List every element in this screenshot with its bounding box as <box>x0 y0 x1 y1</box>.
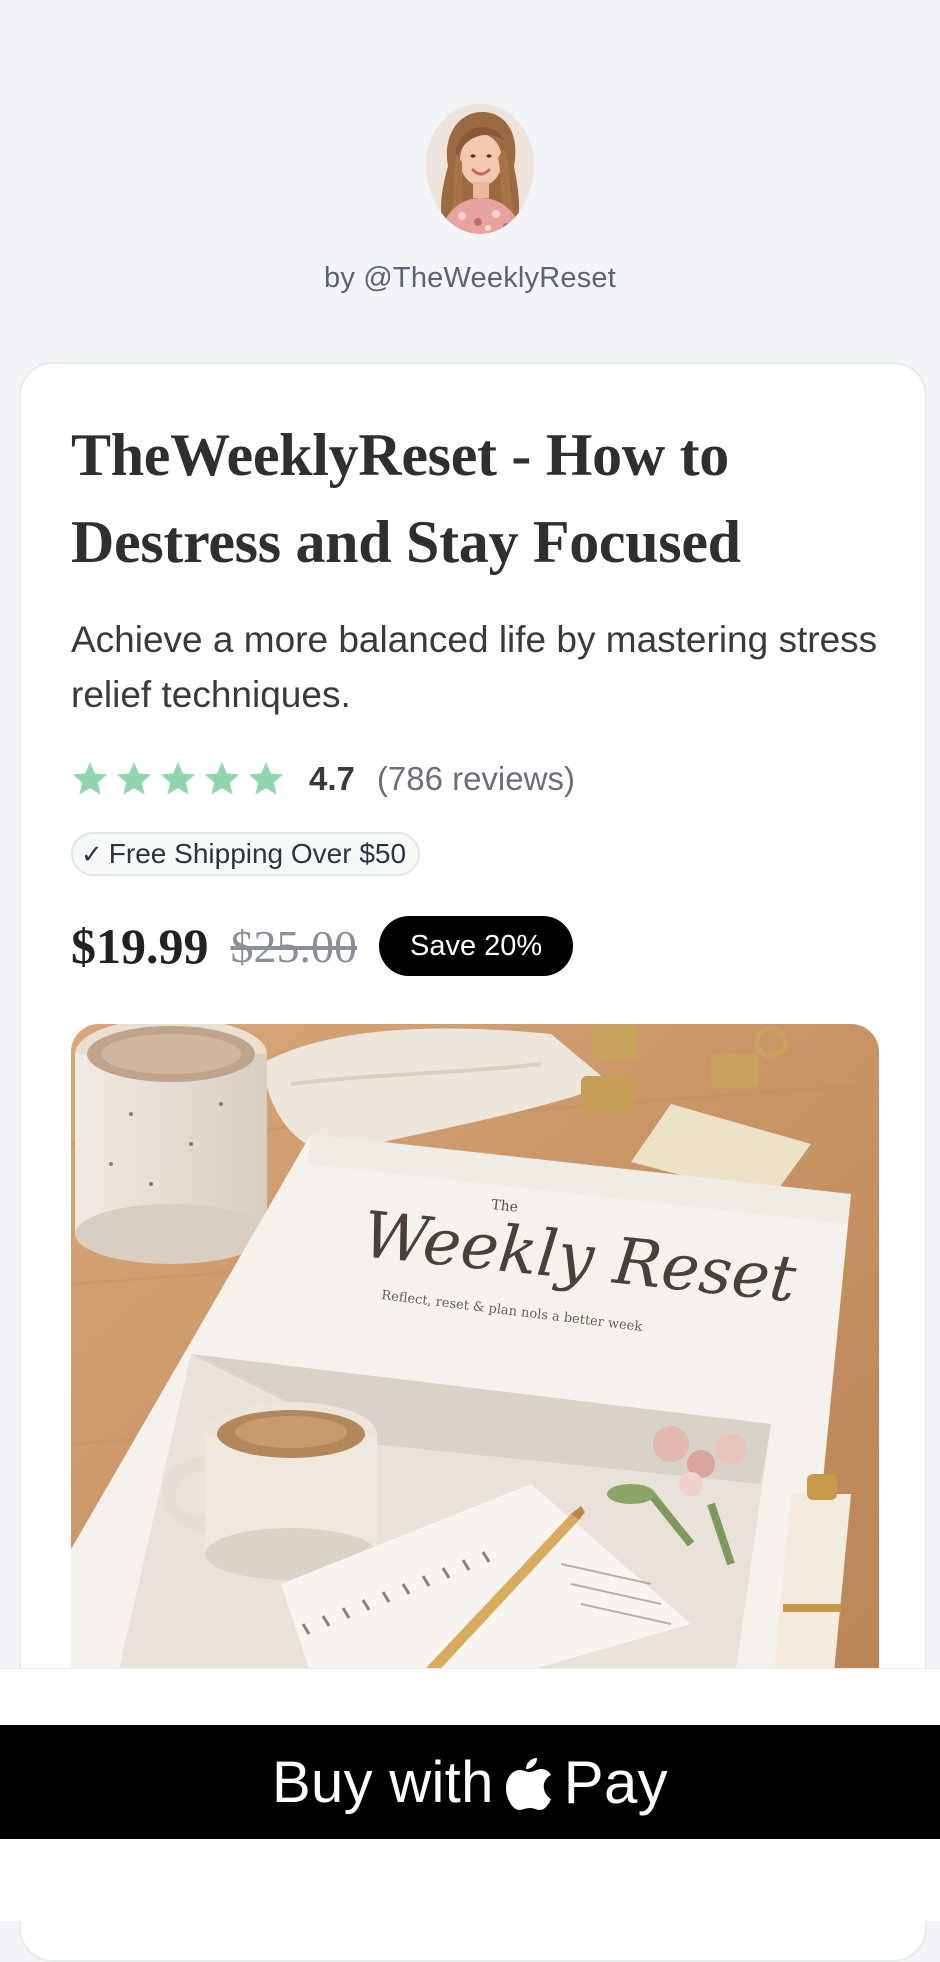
product-image[interactable]: The Weekly Reset Reflect, reset & plan n… <box>71 1024 879 1704</box>
pay-label: Pay <box>563 1748 668 1816</box>
star-icon <box>159 761 197 797</box>
buy-label: Buy with <box>272 1749 494 1815</box>
product-subtitle: Achieve a more balanced life by masterin… <box>71 619 878 715</box>
creator-avatar[interactable] <box>426 104 534 234</box>
star-icon <box>247 761 285 797</box>
avatar-photo-icon <box>426 104 534 234</box>
star-icon <box>71 761 109 797</box>
creator-header: by @TheWeeklyReset <box>0 0 940 362</box>
review-count-link[interactable]: (786 reviews) <box>377 760 575 798</box>
checkmark-icon: ✓ <box>81 838 103 869</box>
shipping-label: Free Shipping Over $50 <box>108 838 407 869</box>
buy-with-apple-pay-button[interactable]: Buy with Pay <box>0 1725 940 1839</box>
original-price: $25.00 <box>230 920 358 972</box>
save-badge: Save 20% <box>379 916 574 976</box>
price-row: $19.99 $25.00 Save 20% <box>71 914 574 978</box>
product-photo: The Weekly Reset Reflect, reset & plan n… <box>71 1024 879 1704</box>
star-icon <box>115 761 153 797</box>
apple-logo-icon <box>505 1754 552 1810</box>
star-icon <box>203 761 241 797</box>
rating-row[interactable]: 4.7 (786 reviews) <box>71 754 575 804</box>
rating-value: 4.7 <box>309 760 355 797</box>
free-shipping-badge: ✓ Free Shipping Over $50 <box>71 832 421 876</box>
creator-byline[interactable]: by @TheWeeklyReset <box>0 262 940 295</box>
star-rating <box>71 761 285 797</box>
checkout-bar: Buy with Pay <box>0 1668 940 1921</box>
product-title: TheWeeklyReset - How to Destress and Sta… <box>71 422 741 575</box>
current-price: $19.99 <box>71 918 209 974</box>
